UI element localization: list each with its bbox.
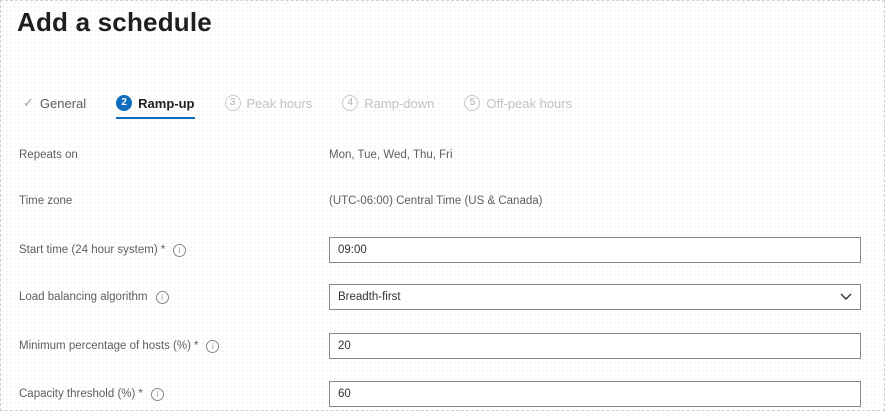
time-zone-row: Time zone (UTC-06:00) Central Time (US &…: [19, 195, 864, 207]
step-number: 4: [342, 95, 359, 111]
step-number: 2: [116, 95, 133, 111]
capacity-row: Capacity threshold (%) * i 60: [19, 381, 864, 407]
min-hosts-label: Minimum percentage of hosts (%) * i: [19, 339, 329, 353]
min-hosts-input[interactable]: 20: [329, 333, 861, 359]
info-icon[interactable]: i: [206, 339, 220, 353]
capacity-label: Capacity threshold (%) * i: [19, 387, 329, 401]
step-label: General: [39, 95, 87, 111]
start-time-input[interactable]: 09:00: [329, 237, 861, 263]
load-balancing-row: Load balancing algorithm i Breadth-first: [19, 284, 864, 310]
min-hosts-row: Minimum percentage of hosts (%) * i 20: [19, 333, 864, 359]
start-time-value: 09:00: [338, 244, 367, 256]
tab-ramp-up[interactable]: 2 Ramp-up: [116, 95, 195, 119]
time-zone-value: (UTC-06:00) Central Time (US & Canada): [329, 195, 543, 207]
step-label: Ramp-down: [364, 95, 435, 111]
required-marker: *: [138, 388, 143, 400]
start-time-label: Start time (24 hour system) * i: [19, 243, 329, 257]
capacity-input[interactable]: 60: [329, 381, 861, 407]
info-icon[interactable]: i: [150, 387, 164, 401]
repeats-on-label: Repeats on: [19, 149, 78, 161]
step-number: 3: [224, 95, 241, 111]
checkmark-icon: ✓: [23, 95, 34, 110]
tab-general[interactable]: ✓ General: [23, 95, 86, 115]
page-title: Add a schedule: [17, 7, 212, 37]
required-marker: *: [160, 244, 166, 256]
chevron-down-icon: [840, 293, 852, 300]
start-time-row: Start time (24 hour system) * i 09:00: [19, 237, 864, 263]
step-label: Ramp-up: [138, 95, 195, 111]
step-number: 5: [464, 95, 481, 111]
add-schedule-page: Add a schedule ✓ General 2 Ramp-up 3 Pea…: [0, 0, 885, 411]
repeats-on-row: Repeats on Mon, Tue, Wed, Thu, Fri: [19, 149, 864, 161]
capacity-value: 60: [338, 388, 351, 400]
tab-ramp-down[interactable]: 4 Ramp-down: [342, 95, 434, 115]
wizard-steps: ✓ General 2 Ramp-up 3 Peak hours 4 Ramp-…: [23, 95, 602, 119]
load-balancing-select[interactable]: Breadth-first: [329, 284, 861, 310]
min-hosts-value: 20: [338, 340, 351, 352]
time-zone-label: Time zone: [19, 195, 73, 207]
tab-off-peak-hours[interactable]: 5 Off-peak hours: [464, 95, 572, 115]
load-balancing-label: Load balancing algorithm i: [19, 290, 329, 304]
info-icon[interactable]: i: [173, 243, 187, 257]
load-balancing-value: Breadth-first: [338, 291, 401, 303]
required-marker: *: [193, 340, 199, 352]
repeats-on-value: Mon, Tue, Wed, Thu, Fri: [329, 149, 453, 161]
step-label: Peak hours: [246, 95, 313, 111]
info-icon[interactable]: i: [155, 290, 169, 304]
step-label: Off-peak hours: [486, 95, 573, 111]
tab-peak-hours[interactable]: 3 Peak hours: [224, 95, 313, 115]
